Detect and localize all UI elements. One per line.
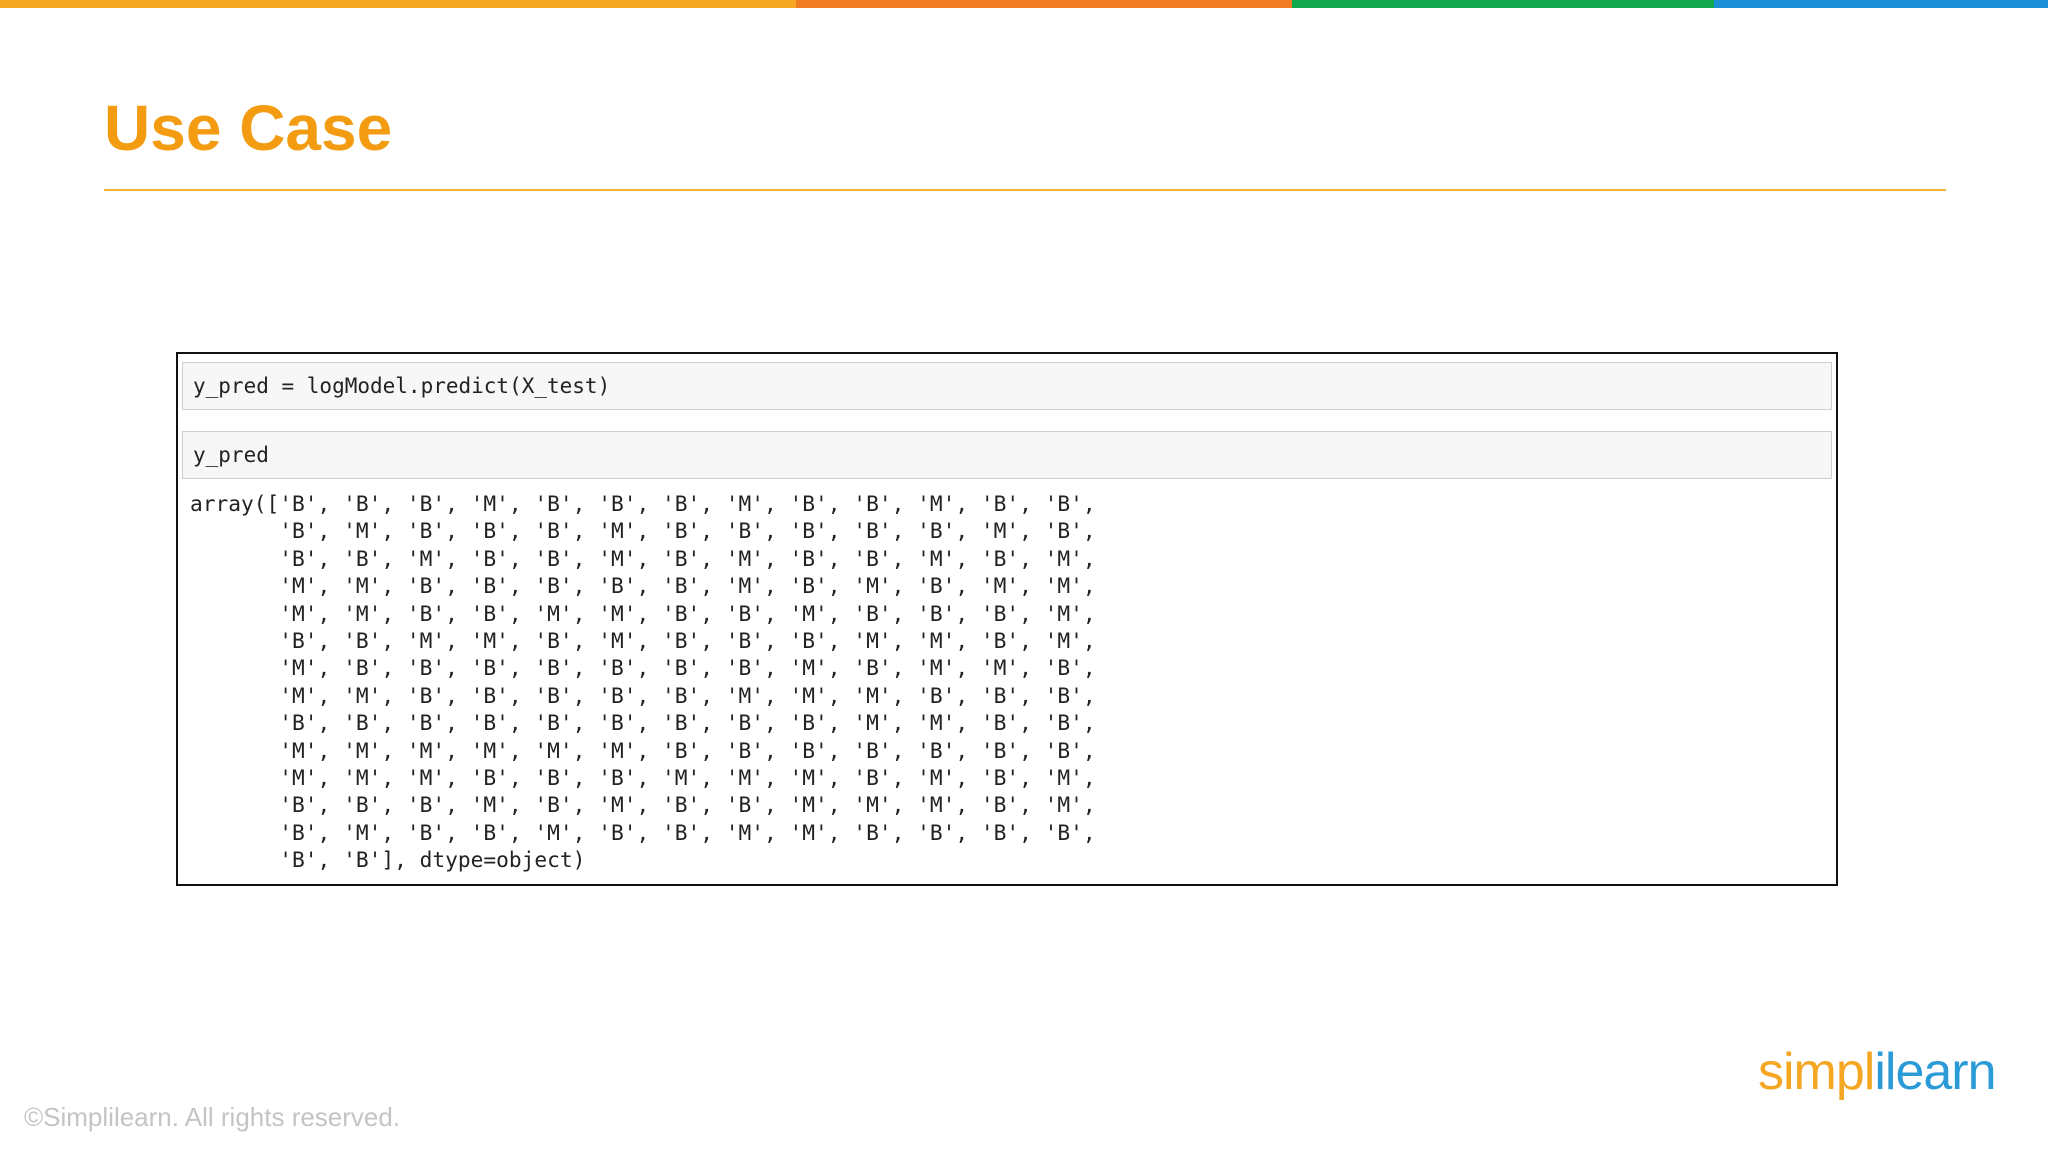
top-bar-segment-green	[1292, 0, 1714, 8]
top-bar-segment-blue	[1714, 0, 2048, 8]
top-color-bar	[0, 0, 2048, 8]
top-bar-segment-orange	[0, 0, 796, 8]
simplilearn-logo: simplilearn	[1758, 1040, 1997, 1104]
code-cell-predict[interactable]: y_pred = logModel.predict(X_test)	[182, 362, 1832, 410]
logo-text-right: ilearn	[1874, 1043, 1996, 1101]
code-cell-y-pred[interactable]: y_pred	[182, 431, 1832, 479]
top-bar-segment-red-orange	[796, 0, 1292, 8]
notebook-screenshot: y_pred = logModel.predict(X_test) y_pred…	[176, 352, 1838, 886]
slide: Use Case y_pred = logModel.predict(X_tes…	[0, 0, 2048, 1152]
logo-text-left: simpl	[1758, 1043, 1875, 1101]
slide-title: Use Case	[104, 92, 393, 164]
title-underline	[104, 189, 1946, 191]
cell-output-array: array(['B', 'B', 'B', 'M', 'B', 'B', 'B'…	[190, 491, 1096, 873]
copyright-notice: ©Simplilearn. All rights reserved.	[24, 1102, 401, 1132]
